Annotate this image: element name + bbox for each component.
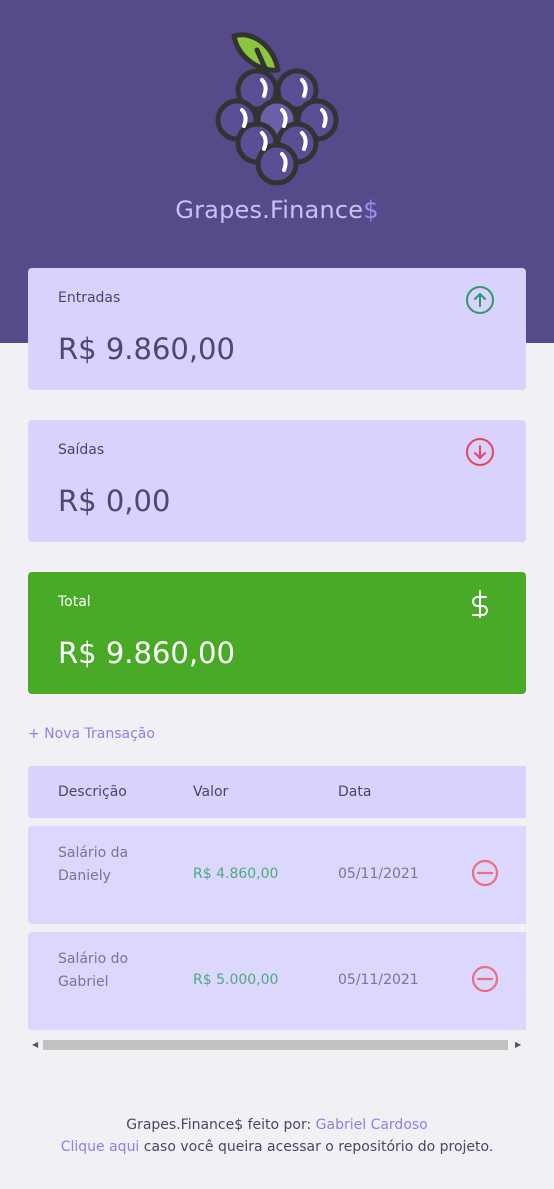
remove-transaction-icon[interactable] — [471, 965, 499, 993]
row-description: Salário da Daniely — [58, 845, 129, 884]
table-row: Salário do Gabriel R$ 5.000,00 05/11/202… — [28, 932, 526, 1030]
expense-value: R$ 0,00 — [58, 484, 171, 518]
row-value: R$ 5.000,00 — [193, 972, 279, 988]
brand-name: Grapes.Finance — [175, 196, 364, 224]
expense-card: Saídas R$ 0,00 — [28, 420, 526, 542]
header-date: Data — [338, 784, 372, 800]
scroll-left-icon[interactable]: ◀ — [32, 1041, 38, 1049]
total-label: Total — [58, 594, 91, 610]
footer-credit-text: Grapes.Finance$ feito por: — [126, 1117, 316, 1133]
footer-repo-text: caso você queira acessar o repositório d… — [139, 1139, 494, 1155]
footer: Grapes.Finance$ feito por: Gabriel Cardo… — [0, 1114, 554, 1158]
income-card: Entradas R$ 9.860,00 — [28, 268, 526, 390]
scrollbar-thumb[interactable] — [43, 1040, 508, 1050]
row-date: 05/11/2021 — [338, 972, 419, 988]
income-label: Entradas — [58, 290, 121, 306]
transactions-table: Descrição Valor Data Salário da Daniely … — [28, 766, 526, 1056]
remove-transaction-icon[interactable] — [471, 859, 499, 887]
new-transaction-link[interactable]: + Nova Transação — [28, 726, 155, 742]
dollar-sign-icon — [472, 590, 488, 618]
header-value: Valor — [193, 784, 229, 800]
horizontal-scrollbar[interactable]: ◀ ▶ — [28, 1038, 526, 1052]
income-value: R$ 9.860,00 — [58, 332, 235, 366]
arrow-down-circle-icon — [466, 438, 494, 466]
header-description: Descrição — [58, 784, 127, 800]
row-description: Salário do Gabriel — [58, 951, 129, 990]
footer-credit: Grapes.Finance$ feito por: Gabriel Cardo… — [0, 1114, 554, 1136]
total-card: Total R$ 9.860,00 — [28, 572, 526, 694]
grapes-icon — [215, 32, 339, 186]
footer-repo: Clique aqui caso você queira acessar o r… — [0, 1136, 554, 1158]
repo-link[interactable]: Clique aqui — [61, 1139, 140, 1155]
row-value: R$ 4.860,00 — [193, 866, 279, 882]
total-value: R$ 9.860,00 — [58, 636, 235, 670]
row-date: 05/11/2021 — [338, 866, 419, 882]
table-header: Descrição Valor Data — [28, 766, 526, 818]
brand-title: Grapes.Finance$ — [0, 196, 554, 224]
author-link[interactable]: Gabriel Cardoso — [316, 1117, 428, 1133]
expense-label: Saídas — [58, 442, 105, 458]
arrow-up-circle-icon — [466, 286, 494, 314]
table-row: Salário da Daniely R$ 4.860,00 05/11/202… — [28, 826, 526, 924]
scroll-right-icon[interactable]: ▶ — [515, 1041, 521, 1049]
brand-suffix: $ — [363, 196, 379, 224]
